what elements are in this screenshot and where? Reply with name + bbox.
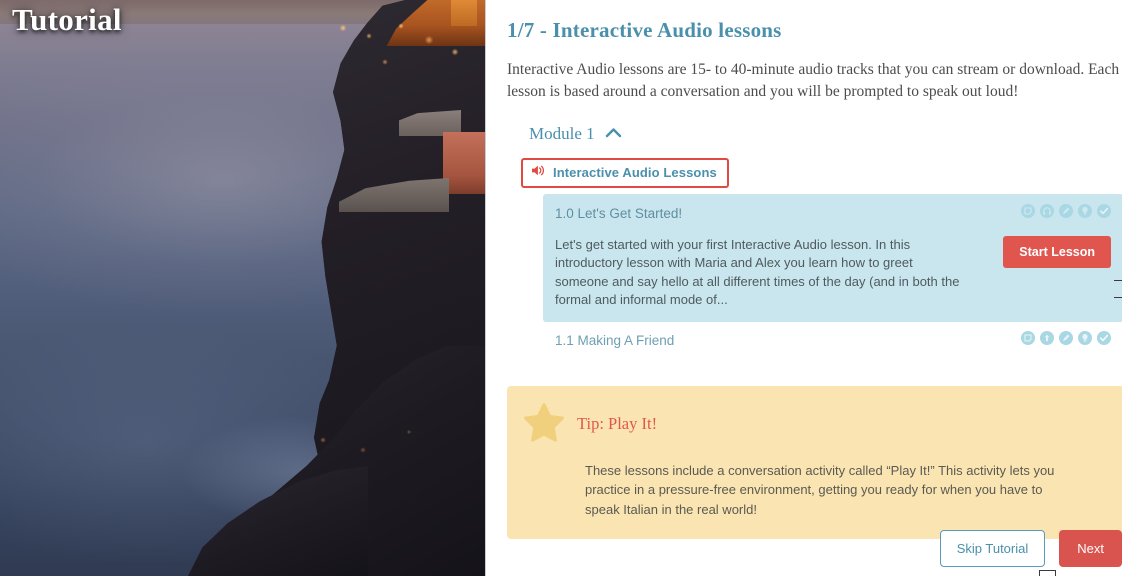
slide-description: Interactive Audio lessons are 15- to 40-… — [507, 61, 1120, 101]
tip-text: These lessons include a conversation act… — [585, 462, 1055, 517]
star-icon — [523, 402, 565, 447]
hero-photo-panel: Tutorial — [0, 0, 486, 576]
page-title: Tutorial — [12, 2, 122, 37]
flashcard-icon[interactable] — [1021, 330, 1035, 350]
category-label: Interactive Audio Lessons — [553, 165, 717, 181]
tutorial-screen: Tutorial 1/7 - Interactive Audio lessons… — [0, 0, 1122, 576]
tip-callout: Tip: Play It! These lessons include a co… — [507, 385, 1122, 540]
offscreen-callout-edge-right — [1114, 280, 1122, 298]
slide-title: 1/7 - Interactive Audio lessons — [507, 18, 782, 42]
upload-icon[interactable] — [1040, 330, 1054, 350]
pencil-icon[interactable] — [1059, 330, 1073, 350]
photo-village-lights — [329, 22, 479, 92]
flashcard-icon[interactable] — [1021, 203, 1035, 223]
lesson-description: Let's get started with your first Intera… — [555, 236, 960, 308]
lesson-row-collapsed[interactable]: 1.1 Making A Friend — [543, 322, 1122, 356]
lesson-card-header: 1.0 Let's Get Started! — [555, 203, 1111, 223]
tip-header: Tip: Play It! — [523, 402, 1106, 447]
headphones-icon[interactable] — [1040, 203, 1054, 223]
module-section: Module 1 Interactive Audio Lessons 1.0 L… — [507, 124, 1122, 356]
check-circle-icon[interactable] — [1097, 203, 1111, 223]
tutorial-footer: Skip Tutorial Next — [939, 530, 1122, 567]
lesson-activity-icons — [1021, 330, 1111, 350]
interactive-audio-lessons-tag[interactable]: Interactive Audio Lessons — [521, 157, 729, 188]
lesson-card-expanded[interactable]: 1.0 Let's Get Started! Let's get started… — [543, 193, 1122, 322]
next-button[interactable]: Next — [1059, 530, 1122, 567]
lightbulb-icon[interactable] — [1078, 203, 1092, 223]
module-label: Module 1 — [529, 123, 595, 143]
lesson-title: 1.0 Let's Get Started! — [555, 205, 683, 221]
photo-red-house — [443, 132, 485, 194]
photo-lower-lights — [305, 424, 455, 464]
skip-tutorial-button[interactable]: Skip Tutorial — [939, 530, 1046, 567]
lightbulb-icon[interactable] — [1078, 330, 1092, 350]
offscreen-callout-edge-bottom — [1039, 570, 1056, 576]
check-circle-icon[interactable] — [1097, 330, 1111, 350]
lesson-body: Let's get started with your first Intera… — [555, 235, 1111, 310]
pencil-icon[interactable] — [1059, 203, 1073, 223]
tip-title: Tip: Play It! — [577, 414, 658, 434]
module-header[interactable]: Module 1 — [507, 124, 1122, 144]
lesson-title: 1.1 Making A Friend — [555, 332, 675, 348]
chevron-up-icon[interactable] — [605, 125, 622, 143]
speaker-volume-icon — [531, 164, 546, 182]
start-lesson-button[interactable]: Start Lesson — [1003, 235, 1111, 268]
tutorial-content-panel: 1/7 - Interactive Audio lessons Interact… — [486, 0, 1122, 576]
lesson-activity-icons — [1021, 203, 1111, 223]
category-row: Interactive Audio Lessons — [507, 157, 1122, 188]
